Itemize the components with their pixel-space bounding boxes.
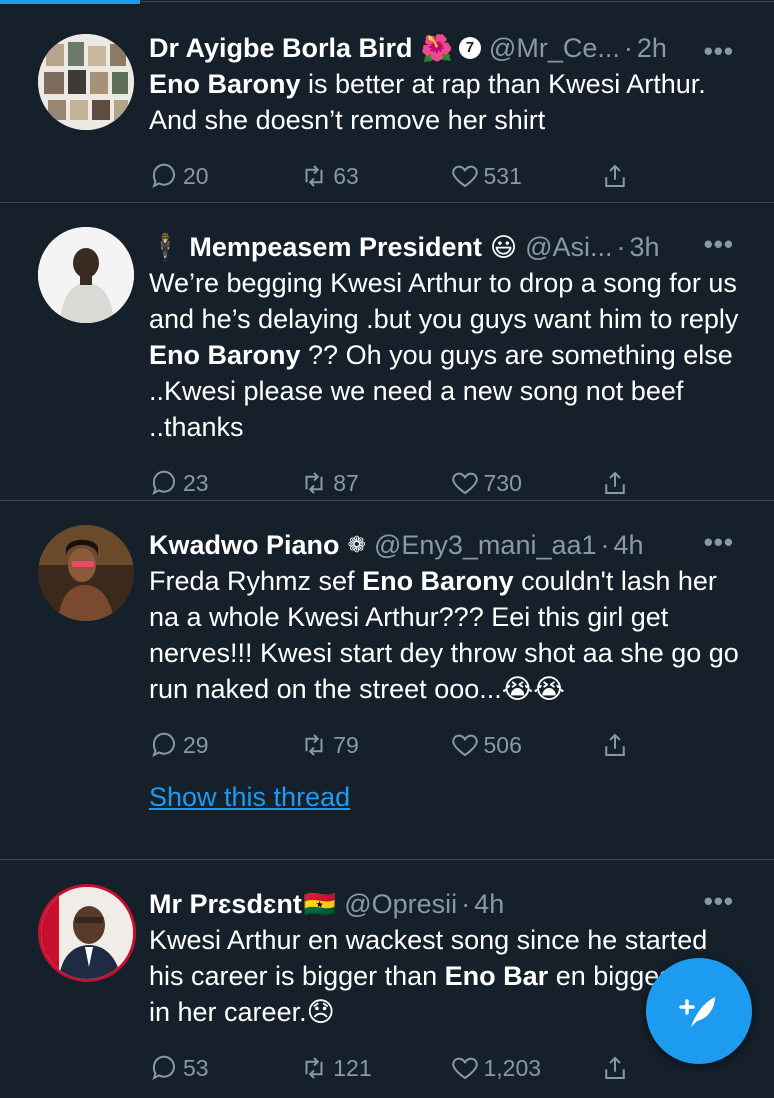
reply-icon xyxy=(152,732,175,758)
heart-icon xyxy=(451,165,478,188)
hibiscus-emoji: 🌺 xyxy=(420,33,453,63)
retweet-icon xyxy=(305,734,323,756)
show-thread-link[interactable]: Show this thread xyxy=(149,775,750,831)
timestamp[interactable]: 4h xyxy=(614,527,644,563)
like-button[interactable]: 531 xyxy=(450,161,600,191)
reply-count: 53 xyxy=(183,1054,209,1081)
retweet-button[interactable]: 87 xyxy=(299,468,449,498)
tweet-header: Dr Ayigbe Borla Bird 🌺 7 @Mr_Ce... · 2h xyxy=(149,30,750,66)
handle[interactable]: @Eny3_mani_aa1 xyxy=(374,527,597,563)
tweet-text: Eno Barony is better at rap than Kwesi A… xyxy=(149,66,750,138)
like-button[interactable]: 1,203 xyxy=(450,1053,600,1083)
retweet-icon xyxy=(305,165,323,187)
divider xyxy=(140,1,774,2)
retweet-count: 121 xyxy=(333,1054,372,1081)
timestamp[interactable]: 2h xyxy=(637,30,667,66)
ghana-flag-emoji: 🇬🇭 xyxy=(303,889,337,919)
like-count: 1,203 xyxy=(483,1054,542,1081)
reply-count: 29 xyxy=(183,731,209,758)
reply-button[interactable]: 29 xyxy=(149,730,299,760)
feather-compose-icon xyxy=(679,997,715,1027)
retweet-button[interactable]: 79 xyxy=(299,730,449,760)
like-count: 531 xyxy=(483,162,522,189)
timestamp[interactable]: 4h xyxy=(474,886,504,922)
mention-keyword: Eno Barony xyxy=(362,566,514,596)
tweet-actions: 20 63 531 xyxy=(149,146,750,206)
dot-separator: · xyxy=(623,33,633,63)
like-button[interactable]: 730 xyxy=(450,468,600,498)
tweet-feed: Dr Ayigbe Borla Bird 🌺 7 @Mr_Ce... · 2h … xyxy=(0,4,774,1090)
more-options-icon[interactable]: ••• xyxy=(704,527,734,558)
avatar[interactable] xyxy=(38,227,134,323)
share-button[interactable] xyxy=(600,468,750,498)
reply-button[interactable]: 23 xyxy=(149,468,299,498)
retweet-count: 63 xyxy=(333,162,359,189)
tweet[interactable]: Mr Prɛsdɛnt 🇬🇭 @Opresii · 4h ••• Kwesi A… xyxy=(0,860,774,1090)
avatar[interactable] xyxy=(38,34,134,130)
tweet[interactable]: Kwadwo Piano ❁ @Eny3_mani_aa1 · 4h ••• F… xyxy=(0,501,774,860)
retweet-button[interactable]: 121 xyxy=(299,1053,449,1083)
dot-separator: · xyxy=(616,232,626,262)
display-name[interactable]: Mempeasem President xyxy=(189,229,482,265)
text-span: Freda Ryhmz sef xyxy=(149,566,363,596)
heart-icon xyxy=(451,734,478,757)
like-button[interactable]: 506 xyxy=(450,730,600,760)
heart-icon xyxy=(451,1057,478,1080)
display-name[interactable]: Dr Ayigbe Borla Bird xyxy=(149,30,413,66)
avatar[interactable] xyxy=(38,884,136,982)
tweet-header: Mr Prɛsdɛnt 🇬🇭 @Opresii · 4h xyxy=(149,886,750,922)
text-span: We’re begging Kwesi Arthur to drop a son… xyxy=(149,268,739,334)
reply-icon xyxy=(152,470,175,496)
like-count: 730 xyxy=(483,469,522,496)
handle[interactable]: @Mr_Ce... xyxy=(489,30,620,66)
mention-keyword: Eno Bar xyxy=(444,961,549,991)
heart-icon xyxy=(451,472,478,495)
handle[interactable]: @Asi... xyxy=(525,229,612,265)
retweet-icon xyxy=(305,472,323,494)
retweet-icon xyxy=(305,1057,323,1079)
tweet-text: We’re begging Kwesi Arthur to drop a son… xyxy=(149,265,750,445)
display-name[interactable]: Mr Prɛsdɛnt xyxy=(149,886,302,922)
tweet-header: Kwadwo Piano ❁ @Eny3_mani_aa1 · 4h xyxy=(149,527,750,563)
reply-button[interactable]: 20 xyxy=(149,161,299,191)
mention-keyword: Eno Barony xyxy=(149,340,301,370)
retweet-count: 87 xyxy=(333,469,359,496)
retweet-count: 79 xyxy=(333,731,359,758)
retweet-button[interactable]: 63 xyxy=(299,161,449,191)
compose-tweet-button[interactable] xyxy=(646,958,752,1064)
more-options-icon[interactable]: ••• xyxy=(704,229,734,260)
timestamp[interactable]: 3h xyxy=(630,229,660,265)
mention-keyword: Eno Barony xyxy=(149,69,301,99)
dot-separator: · xyxy=(600,530,610,560)
share-icon xyxy=(605,164,625,187)
reply-icon xyxy=(152,1055,175,1081)
reply-count: 20 xyxy=(183,162,209,189)
like-count: 506 xyxy=(483,731,522,758)
tweet-header: 🕴 Mempeasem President 😃 @Asi... · 3h xyxy=(149,229,750,265)
handle[interactable]: @Opresii xyxy=(344,886,457,922)
flower-symbol: ❁ xyxy=(347,532,366,557)
more-options-icon[interactable]: ••• xyxy=(704,886,734,917)
tweet-text: Freda Ryhmz sef Eno Barony couldn't lash… xyxy=(149,563,750,707)
share-icon xyxy=(605,1056,625,1079)
share-icon xyxy=(605,471,625,494)
reply-button[interactable]: 53 xyxy=(149,1053,299,1083)
reply-count: 23 xyxy=(183,469,209,496)
avatar[interactable] xyxy=(38,525,134,621)
tweet[interactable]: Dr Ayigbe Borla Bird 🌺 7 @Mr_Ce... · 2h … xyxy=(0,4,774,203)
tweet[interactable]: 🕴 Mempeasem President 😃 @Asi... · 3h •••… xyxy=(0,203,774,501)
share-icon xyxy=(605,733,625,756)
dot-separator: · xyxy=(461,889,471,919)
tweet-actions: 29 79 506 xyxy=(149,715,750,775)
reply-icon xyxy=(152,163,175,189)
share-button[interactable] xyxy=(600,161,750,191)
share-button[interactable] xyxy=(600,730,750,760)
prefix-emoji: 🕴 xyxy=(149,232,182,262)
display-name[interactable]: Kwadwo Piano xyxy=(149,527,340,563)
smile-emoji: 😃 xyxy=(490,232,518,262)
more-options-icon[interactable]: ••• xyxy=(704,36,734,67)
number-badge: 7 xyxy=(458,37,481,59)
